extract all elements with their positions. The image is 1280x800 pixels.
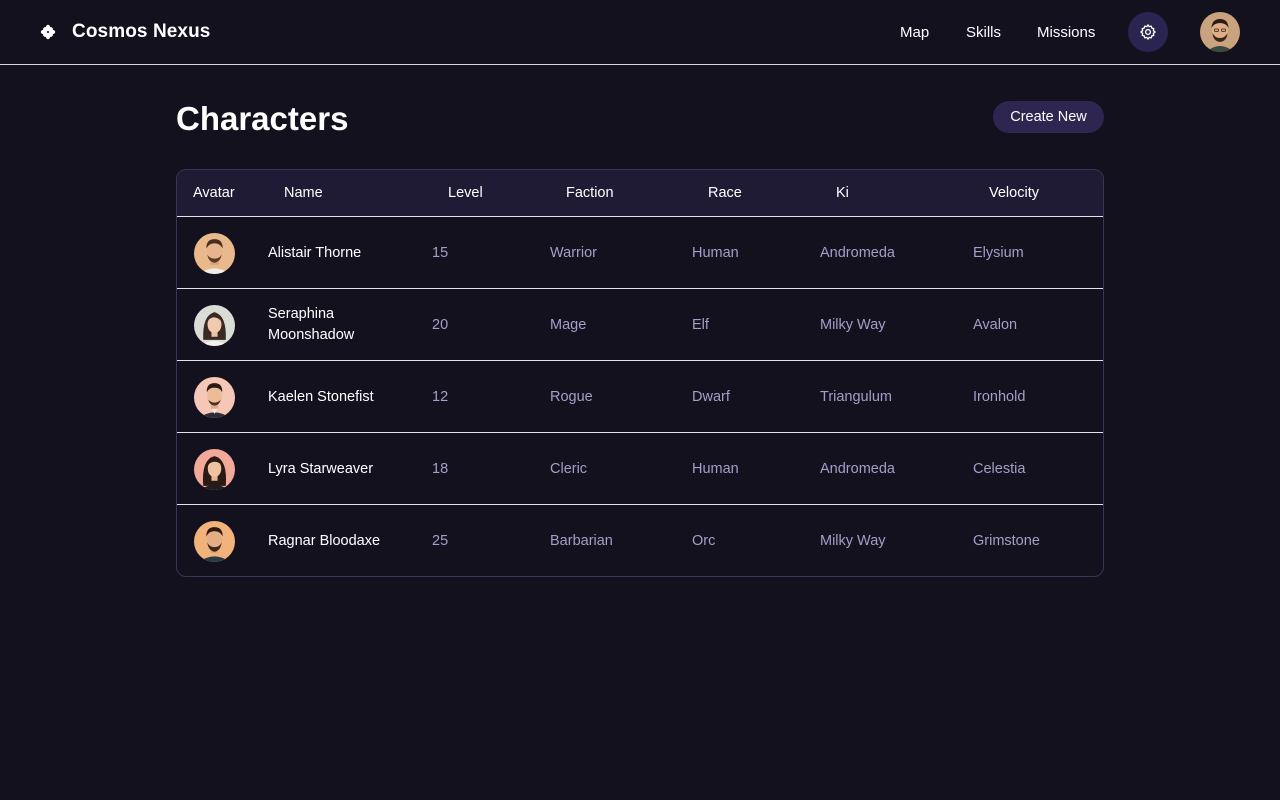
character-level: 18 — [432, 461, 449, 477]
asterisk-icon — [40, 24, 56, 40]
nav-link-map[interactable]: Map — [900, 24, 929, 41]
column-header-level[interactable]: Level — [448, 170, 483, 216]
character-velocity: Ironhold — [973, 389, 1026, 405]
nav-link-skills[interactable]: Skills — [966, 24, 1001, 41]
avatar — [194, 305, 235, 346]
table-row[interactable]: Kaelen Stonefist 12 Rogue Dwarf Triangul… — [177, 361, 1103, 433]
avatar — [194, 521, 235, 562]
app-title: Cosmos Nexus — [72, 21, 211, 42]
nav-link-missions[interactable]: Missions — [1037, 24, 1095, 41]
user-avatar[interactable] — [1200, 12, 1240, 52]
character-faction: Rogue — [550, 389, 593, 405]
character-velocity: Avalon — [973, 317, 1018, 333]
character-name: Lyra Starweaver — [268, 460, 374, 477]
column-header-faction[interactable]: Faction — [566, 170, 614, 216]
top-navbar: Cosmos Nexus Map Skills Missions — [0, 0, 1280, 65]
character-name: Alistair Thorne — [268, 244, 362, 261]
table-header: Avatar Name Level Faction Race Ki Veloci… — [177, 170, 1103, 217]
character-race: Human — [692, 461, 739, 477]
character-ki: Triangulum — [820, 389, 892, 405]
characters-table: Avatar Name Level Faction Race Ki Veloci… — [176, 169, 1104, 577]
character-race: Orc — [692, 533, 716, 549]
settings-button[interactable] — [1128, 12, 1168, 52]
character-ki: Andromeda — [820, 461, 895, 477]
table-row[interactable]: Ragnar Bloodaxe 25 Barbarian Orc Milky W… — [177, 505, 1103, 576]
character-velocity: Elysium — [973, 245, 1024, 261]
character-name: Seraphina Moonshadow — [268, 306, 355, 343]
character-name: Ragnar Bloodaxe — [268, 532, 381, 549]
gear-icon — [1140, 24, 1156, 40]
table-row[interactable]: Alistair Thorne 15 Warrior Human Androme… — [177, 217, 1103, 289]
character-race: Human — [692, 245, 739, 261]
character-velocity: Celestia — [973, 461, 1026, 477]
character-level: 15 — [432, 245, 449, 261]
character-faction: Mage — [550, 317, 587, 333]
character-ki: Milky Way — [820, 533, 886, 549]
column-header-name[interactable]: Name — [284, 170, 323, 216]
avatar — [194, 449, 235, 490]
brand[interactable]: Cosmos Nexus — [40, 0, 210, 64]
character-ki: Milky Way — [820, 317, 886, 333]
character-velocity: Grimstone — [973, 533, 1040, 549]
create-new-button[interactable]: Create New — [993, 101, 1104, 133]
character-faction: Warrior — [550, 245, 597, 261]
character-level: 12 — [432, 389, 449, 405]
column-header-ki[interactable]: Ki — [836, 170, 849, 216]
column-header-race[interactable]: Race — [708, 170, 742, 216]
avatar — [194, 377, 235, 418]
page-title: Characters — [176, 100, 349, 137]
character-faction: Cleric — [550, 461, 588, 477]
column-header-velocity[interactable]: Velocity — [989, 170, 1039, 216]
character-name: Kaelen Stonefist — [268, 388, 374, 405]
character-ki: Andromeda — [820, 245, 895, 261]
table-row[interactable]: Seraphina Moonshadow 20 Mage Elf Milky W… — [177, 289, 1103, 361]
character-race: Elf — [692, 317, 709, 333]
character-level: 25 — [432, 533, 449, 549]
character-level: 20 — [432, 317, 449, 333]
character-faction: Barbarian — [550, 533, 613, 549]
character-race: Dwarf — [692, 389, 730, 405]
avatar — [194, 233, 235, 274]
table-row[interactable]: Lyra Starweaver 18 Cleric Human Andromed… — [177, 433, 1103, 505]
column-header-avatar[interactable]: Avatar — [193, 170, 235, 216]
